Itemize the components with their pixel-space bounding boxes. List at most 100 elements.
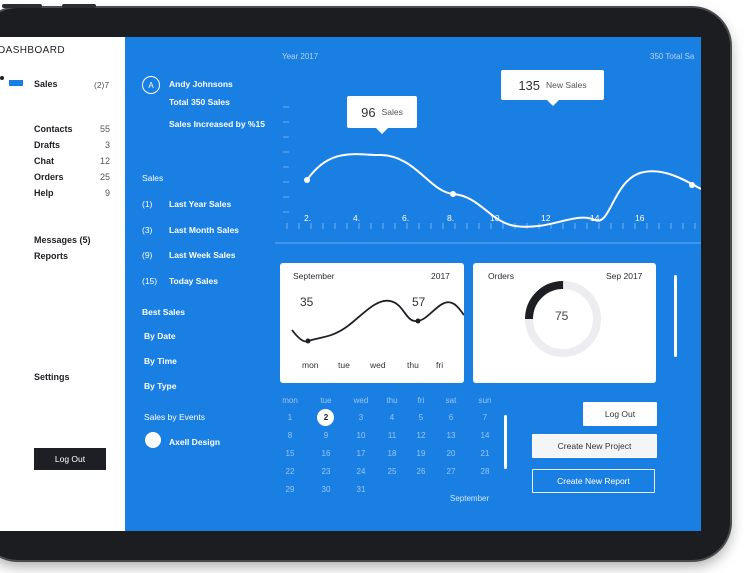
calendar-day[interactable]: 6 xyxy=(438,413,464,422)
calendar-day[interactable]: 9 xyxy=(313,431,339,440)
tooltip-sales-label: Sales xyxy=(381,107,403,117)
calendar-day[interactable]: 25 xyxy=(379,467,405,476)
calendar-day[interactable]: 28 xyxy=(472,467,498,476)
calendar-day[interactable]: 29 xyxy=(277,485,303,494)
sidebar-item-help[interactable]: Help xyxy=(34,188,54,198)
calendar-day[interactable]: 19 xyxy=(408,449,434,458)
calendar-day[interactable]: 5 xyxy=(408,413,434,422)
sidebar: DASHBOARD Sales (2)7 Contacts 55 Drafts 3 Ch… xyxy=(0,37,125,531)
calendar-day[interactable]: 3 xyxy=(348,413,374,422)
chart-x-label: 4. xyxy=(353,213,361,223)
september-day-label: thu xyxy=(407,360,419,370)
chart-point[interactable] xyxy=(304,177,310,183)
cards-scrollbar[interactable] xyxy=(674,275,677,357)
orders-card: Orders Sep 2017 75 xyxy=(473,263,656,383)
calendar-day[interactable]: 14 xyxy=(472,431,498,440)
chart-point[interactable] xyxy=(689,182,695,188)
chart-x-label: 2. xyxy=(304,213,312,223)
chart-point[interactable] xyxy=(450,191,456,197)
september-point[interactable] xyxy=(305,338,311,344)
september-card: September 2017 35 57 mon tue wed thu fri xyxy=(280,263,464,383)
calendar-day[interactable]: 16 xyxy=(313,449,339,458)
sales-icon xyxy=(9,80,23,86)
calendar-day[interactable]: 21 xyxy=(472,449,498,458)
sidebar-item-drafts[interactable]: Drafts xyxy=(34,140,60,150)
logout-button[interactable]: Log Out xyxy=(583,402,657,426)
sidebar-item-count: 3 xyxy=(104,140,110,150)
event-item[interactable]: Axell Design xyxy=(169,437,220,447)
profile-name: Andy Johnsons xyxy=(169,79,233,89)
sidebar-item-messages[interactable]: Messages (5) xyxy=(34,235,91,245)
tooltip-new-sales: 135 New Sales xyxy=(501,70,604,106)
calendar-day[interactable]: 1 xyxy=(277,413,303,422)
calendar-day[interactable]: 10 xyxy=(348,431,374,440)
calendar-day[interactable]: 20 xyxy=(438,449,464,458)
sidebar-item-count: 9 xyxy=(104,188,110,198)
calendar-day-header: tue xyxy=(320,396,332,405)
sidebar-item-chat[interactable]: Chat xyxy=(34,156,54,166)
create-project-button[interactable]: Create New Project xyxy=(532,434,657,458)
chart-x-label: 10. xyxy=(490,213,502,223)
calendar-day[interactable]: 22 xyxy=(277,467,303,476)
chart-x-ticks xyxy=(286,223,696,229)
chart-x-label: 12 xyxy=(541,213,551,223)
best-sales-item[interactable]: By Time xyxy=(144,356,177,366)
september-line xyxy=(291,299,464,343)
calendar-day[interactable]: 26 xyxy=(408,467,434,476)
calendar-day[interactable]: 15 xyxy=(277,449,303,458)
sidebar-item-reports[interactable]: Reports xyxy=(34,251,68,261)
sidebar-item-contacts[interactable]: Contacts xyxy=(34,124,73,134)
chart-x-label: 16 xyxy=(635,213,645,223)
september-point[interactable] xyxy=(415,318,421,324)
sidebar-item-orders[interactable]: Orders xyxy=(34,172,64,182)
calendar-scrollbar[interactable] xyxy=(504,415,507,469)
sidebar-logout-button[interactable]: Log Out xyxy=(34,448,106,470)
orders-card-date: Sep 2017 xyxy=(606,271,643,281)
september-card-year: 2017 xyxy=(431,271,450,281)
calendar-day[interactable]: 4 xyxy=(379,413,405,422)
calendar-day-selected[interactable]: 2 xyxy=(313,413,339,422)
september-mini-chart xyxy=(291,299,464,344)
calendar-day-header: fri xyxy=(417,396,425,405)
best-sales-heading: Best Sales xyxy=(142,307,185,317)
calendar-day[interactable]: 13 xyxy=(438,431,464,440)
avatar[interactable]: A xyxy=(142,76,160,94)
calendar-day[interactable]: 23 xyxy=(313,467,339,476)
september-card-title: September xyxy=(293,271,335,281)
chart-x-label: 8. xyxy=(447,213,455,223)
calendar-day[interactable]: 8 xyxy=(277,431,303,440)
calendar-day[interactable]: 17 xyxy=(348,449,374,458)
year-label: Year 2017 xyxy=(282,52,319,61)
sales-item-label[interactable]: Last Year Sales xyxy=(169,199,231,209)
september-day-label: wed xyxy=(370,360,386,370)
tooltip-sales: 96 Sales xyxy=(347,96,417,134)
calendar-day[interactable]: 27 xyxy=(438,467,464,476)
sales-item-count: (15) xyxy=(142,275,158,286)
chart-x-label: 6. xyxy=(402,213,410,223)
sidebar-item-count: 25 xyxy=(99,172,110,182)
calendar-day[interactable]: 24 xyxy=(348,467,374,476)
create-report-button[interactable]: Create New Report xyxy=(532,469,655,493)
sidebar-item-sales[interactable]: Sales xyxy=(34,79,58,89)
calendar-day[interactable]: 18 xyxy=(379,449,405,458)
calendar-day[interactable]: 30 xyxy=(313,485,339,494)
calendar-day[interactable]: 31 xyxy=(348,485,374,494)
sales-item-label[interactable]: Last Week Sales xyxy=(169,250,235,260)
sales-item-label[interactable]: Today Sales xyxy=(169,276,218,286)
sidebar-item-count: 55 xyxy=(99,124,110,134)
sidebar-item-settings[interactable]: Settings xyxy=(34,372,70,382)
event-avatar xyxy=(145,432,161,448)
sales-item-label[interactable]: Last Month Sales xyxy=(169,225,239,235)
bezel-button xyxy=(62,4,96,8)
calendar-day[interactable]: 12 xyxy=(408,431,434,440)
best-sales-item[interactable]: By Date xyxy=(144,331,176,341)
calendar-day[interactable]: 11 xyxy=(379,431,405,440)
best-sales-item[interactable]: By Type xyxy=(144,381,176,391)
chart-y-ticks xyxy=(283,106,289,213)
calendar-day[interactable]: 7 xyxy=(472,413,498,422)
calendar-month: September xyxy=(450,494,490,503)
september-day-label: mon xyxy=(302,360,319,370)
sales-heading: Sales xyxy=(142,173,164,183)
orders-card-title: Orders xyxy=(488,271,514,281)
calendar-day-header: wed xyxy=(353,396,369,405)
